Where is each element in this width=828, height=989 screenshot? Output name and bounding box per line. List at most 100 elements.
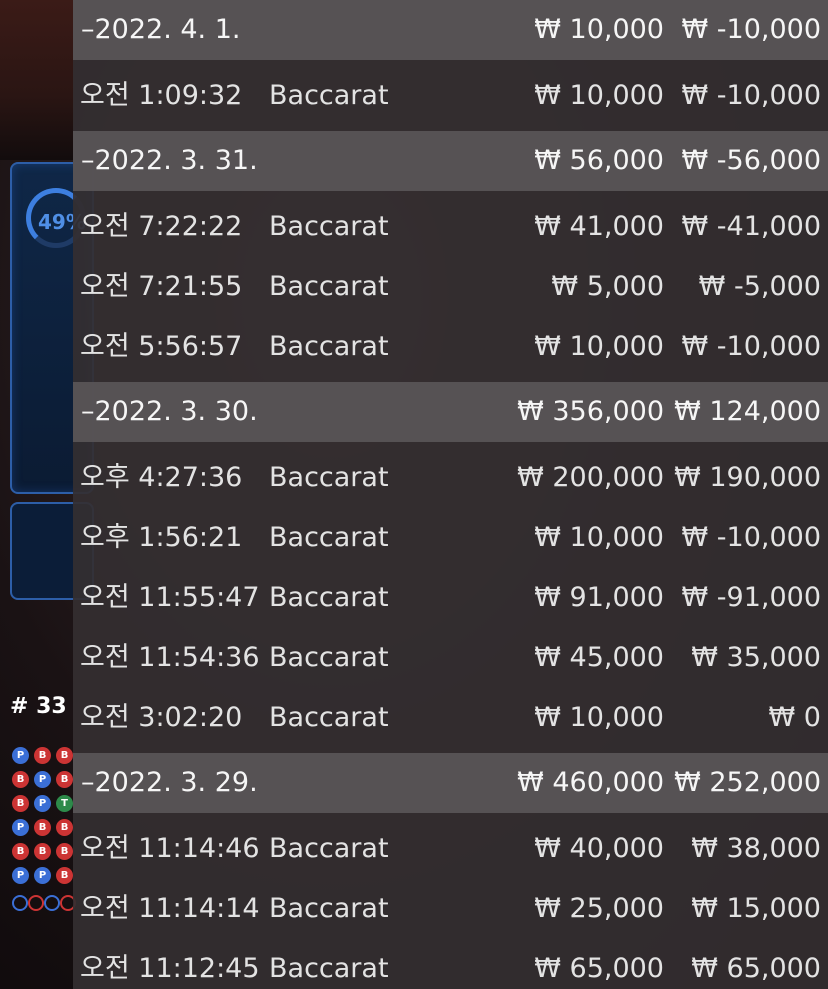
row-result: ₩ -10,000 (681, 331, 822, 362)
bead-banker: B (12, 795, 29, 812)
row-bet: ₩ 65,000 (534, 953, 664, 984)
history-row[interactable]: 오후 4:27:36 Baccarat ₩ 200,000 ₩ 190,000 (73, 448, 828, 508)
history-row[interactable]: 오전 1:09:32 Baccarat ₩ 10,000 ₩ -10,000 (73, 66, 828, 126)
bead-banker: B (12, 771, 29, 788)
row-game: Baccarat (269, 331, 389, 362)
bead-player: P (34, 771, 51, 788)
row-result: ₩ -91,000 (681, 582, 822, 613)
row-bet: ₩ 25,000 (534, 893, 664, 924)
bead-player: P (34, 867, 51, 884)
row-result: ₩ 35,000 (691, 642, 821, 673)
group-bet-total: ₩ 460,000 (517, 767, 664, 798)
bead-banker: B (56, 819, 73, 836)
row-game: Baccarat (269, 522, 389, 553)
row-game: Baccarat (269, 462, 389, 493)
row-result: ₩ 65,000 (691, 953, 821, 984)
row-game: Baccarat (269, 271, 389, 302)
group-result-total: ₩ -10,000 (681, 14, 822, 45)
row-bet: ₩ 200,000 (517, 462, 664, 493)
history-row[interactable]: 오전 11:12:45 Baccarat ₩ 65,000 ₩ 65,000 (73, 939, 828, 989)
group-date: –2022. 3. 31. (81, 145, 258, 176)
date-group-header[interactable]: –2022. 3. 31. ₩ 56,000 ₩ -56,000 (73, 131, 828, 191)
row-game: Baccarat (269, 582, 389, 613)
row-bet: ₩ 45,000 (534, 642, 664, 673)
date-group-header[interactable]: –2022. 4. 1. ₩ 10,000 ₩ -10,000 (73, 0, 828, 60)
bead-banker: B (34, 843, 51, 860)
row-time: 오전 11:55:47 (80, 582, 260, 613)
row-time: 오전 7:21:55 (80, 271, 243, 302)
bead-banker: B (12, 843, 29, 860)
row-time: 오후 4:27:36 (80, 462, 243, 493)
row-result: ₩ 0 (768, 702, 821, 733)
history-row[interactable]: 오전 11:54:36 Baccarat ₩ 45,000 ₩ 35,000 (73, 628, 828, 688)
bead-tie: T (56, 795, 73, 812)
ring-player (44, 895, 60, 911)
history-row[interactable]: 오전 7:22:22 Baccarat ₩ 41,000 ₩ -41,000 (73, 197, 828, 257)
bead-banker: B (56, 843, 73, 860)
bet-history-list[interactable]: –2022. 4. 1. ₩ 10,000 ₩ -10,000 오전 1:09:… (73, 0, 828, 989)
row-result: ₩ 190,000 (674, 462, 821, 493)
row-time: 오전 11:54:36 (80, 642, 260, 673)
bead-banker: B (56, 747, 73, 764)
group-date: –2022. 3. 30. (81, 396, 258, 427)
history-row[interactable]: 오전 11:14:46 Baccarat ₩ 40,000 ₩ 38,000 (73, 819, 828, 879)
row-result: ₩ -10,000 (681, 80, 822, 111)
group-bet-total: ₩ 56,000 (534, 145, 664, 176)
ring-player (12, 895, 28, 911)
row-time: 오후 1:56:21 (80, 522, 243, 553)
bead-player: P (12, 819, 29, 836)
round-number: # 33 (10, 694, 67, 719)
bead-player: P (34, 795, 51, 812)
row-game: Baccarat (269, 642, 389, 673)
app-screen: 49% # 33 PBBBPBBPTPBBBBBPPB –2022. 4. 1.… (0, 0, 828, 989)
row-time: 오전 3:02:20 (80, 702, 243, 733)
row-result: ₩ -5,000 (698, 271, 821, 302)
row-bet: ₩ 10,000 (534, 702, 664, 733)
bead-player: P (12, 747, 29, 764)
history-row[interactable]: 오전 3:02:20 Baccarat ₩ 10,000 ₩ 0 (73, 688, 828, 748)
group-result-total: ₩ 124,000 (674, 396, 821, 427)
bead-player: P (12, 867, 29, 884)
bead-banker: B (34, 819, 51, 836)
row-result: ₩ 38,000 (691, 833, 821, 864)
row-game: Baccarat (269, 80, 389, 111)
bead-banker: B (34, 747, 51, 764)
row-result: ₩ -41,000 (681, 211, 822, 242)
row-game: Baccarat (269, 211, 389, 242)
row-bet: ₩ 10,000 (534, 522, 664, 553)
history-row[interactable]: 오전 5:56:57 Baccarat ₩ 10,000 ₩ -10,000 (73, 317, 828, 377)
group-bet-total: ₩ 356,000 (517, 396, 664, 427)
group-result-total: ₩ -56,000 (681, 145, 822, 176)
group-date: –2022. 3. 29. (81, 767, 258, 798)
row-time: 오전 11:14:14 (80, 893, 260, 924)
dealer-video (0, 0, 74, 160)
row-bet: ₩ 91,000 (534, 582, 664, 613)
row-bet: ₩ 41,000 (534, 211, 664, 242)
row-game: Baccarat (269, 833, 389, 864)
row-game: Baccarat (269, 702, 389, 733)
row-time: 오전 5:56:57 (80, 331, 243, 362)
row-bet: ₩ 10,000 (534, 80, 664, 111)
row-bet: ₩ 10,000 (534, 331, 664, 362)
history-row[interactable]: 오전 11:14:14 Baccarat ₩ 25,000 ₩ 15,000 (73, 879, 828, 939)
row-bet: ₩ 40,000 (534, 833, 664, 864)
date-group-header[interactable]: –2022. 3. 30. ₩ 356,000 ₩ 124,000 (73, 382, 828, 442)
group-bet-total: ₩ 10,000 (534, 14, 664, 45)
row-time: 오전 11:12:45 (80, 953, 260, 984)
date-group-header[interactable]: –2022. 3. 29. ₩ 460,000 ₩ 252,000 (73, 753, 828, 813)
row-time: 오전 7:22:22 (80, 211, 243, 242)
row-time: 오전 11:14:46 (80, 833, 260, 864)
history-row[interactable]: 오후 1:56:21 Baccarat ₩ 10,000 ₩ -10,000 (73, 508, 828, 568)
bead-banker: B (56, 771, 73, 788)
row-result: ₩ -10,000 (681, 522, 822, 553)
history-row[interactable]: 오전 7:21:55 Baccarat ₩ 5,000 ₩ -5,000 (73, 257, 828, 317)
ring-banker (28, 895, 44, 911)
group-result-total: ₩ 252,000 (674, 767, 821, 798)
row-game: Baccarat (269, 893, 389, 924)
row-time: 오전 1:09:32 (80, 80, 243, 111)
group-date: –2022. 4. 1. (81, 14, 241, 45)
bead-banker: B (56, 867, 73, 884)
row-bet: ₩ 5,000 (551, 271, 664, 302)
row-result: ₩ 15,000 (691, 893, 821, 924)
history-row[interactable]: 오전 11:55:47 Baccarat ₩ 91,000 ₩ -91,000 (73, 568, 828, 628)
